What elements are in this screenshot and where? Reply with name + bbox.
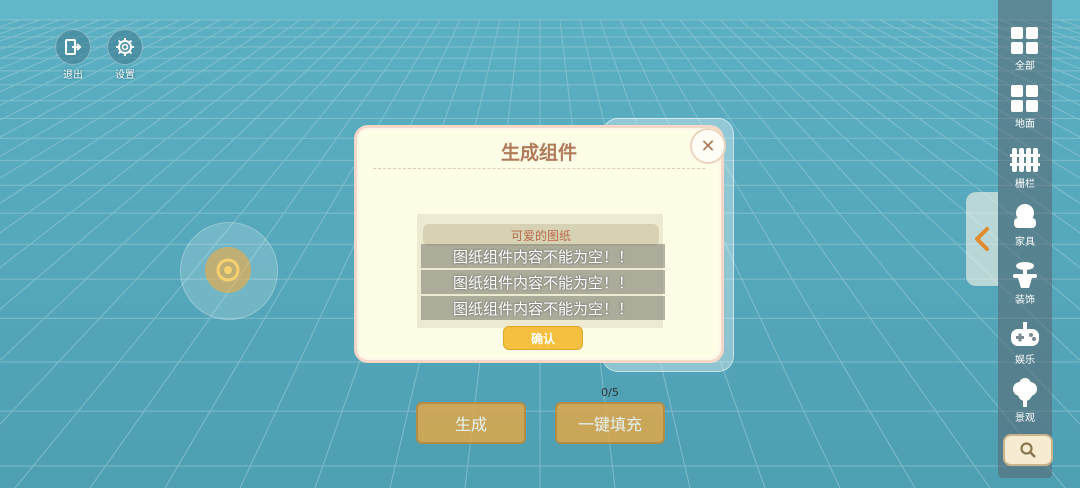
sidebar-item-label: 装饰: [1015, 295, 1035, 306]
settings-label: 设置: [115, 70, 135, 81]
sidebar-item-furniture[interactable]: 家具: [998, 202, 1052, 248]
title-divider: [373, 168, 705, 169]
sidebar-item-decoration[interactable]: 装饰: [998, 260, 1052, 306]
tree-icon: [1013, 378, 1037, 407]
exit-icon: [55, 29, 91, 65]
generate-component-dialog: 生成组件 ✕ 可爱的图纸 图纸组件内容不能为空！！ 图纸组件内容不能为空！！ 图…: [354, 125, 726, 363]
sidebar-item-label: 娱乐: [1015, 355, 1035, 366]
target-icon: [216, 258, 240, 282]
generate-button[interactable]: 生成: [416, 402, 526, 444]
furniture-icon: [1014, 204, 1036, 228]
toast-message: 图纸组件内容不能为空！！: [421, 244, 665, 268]
slot-counter: 0/5: [601, 386, 619, 399]
sidebar-item-label: 地面: [1015, 119, 1035, 130]
toast-message: 图纸组件内容不能为空！！: [421, 296, 665, 320]
close-button[interactable]: ✕: [690, 128, 726, 164]
sidebar-item-ground[interactable]: 地面: [998, 84, 1052, 130]
sidebar-item-label: 家具: [1015, 237, 1035, 248]
chevron-left-icon: [975, 227, 989, 251]
grid-all-icon: [1011, 27, 1038, 54]
search-icon: [1020, 442, 1036, 458]
toast-message: 图纸组件内容不能为空！！: [421, 270, 665, 294]
sidebar-item-fence[interactable]: 栅栏: [998, 144, 1052, 190]
close-icon: ✕: [700, 135, 716, 157]
movement-joystick[interactable]: [180, 222, 278, 320]
confirm-button[interactable]: 确认: [503, 326, 583, 350]
sidebar-item-label: 栅栏: [1015, 179, 1035, 190]
sidebar-item-label: 景观: [1015, 413, 1035, 424]
search-button[interactable]: [1003, 434, 1053, 466]
blueprint-name[interactable]: 可爱的图纸: [423, 224, 659, 246]
exit-label: 退出: [63, 70, 83, 81]
settings-button[interactable]: 设置: [105, 29, 145, 81]
sidebar-item-landscape[interactable]: 景观: [998, 378, 1052, 424]
ground-icon: [1011, 85, 1038, 112]
collapse-sidebar-button[interactable]: [966, 192, 998, 286]
auto-fill-button[interactable]: 一键填充: [555, 402, 665, 444]
sidebar-item-all[interactable]: 全部: [998, 26, 1052, 72]
decoration-icon: [1013, 262, 1037, 288]
sidebar-item-label: 全部: [1015, 61, 1035, 72]
gamepad-icon: [1011, 322, 1039, 346]
dialog-title: 生成组件: [500, 142, 577, 164]
sidebar-item-entertainment[interactable]: 娱乐: [998, 320, 1052, 366]
gear-icon: [107, 29, 143, 65]
exit-button[interactable]: 退出: [53, 29, 93, 81]
joystick-knob[interactable]: [205, 247, 251, 293]
fence-icon: [1010, 148, 1040, 172]
category-sidebar: 全部 地面 栅栏 家具 装饰 娱乐 景观: [998, 0, 1052, 478]
